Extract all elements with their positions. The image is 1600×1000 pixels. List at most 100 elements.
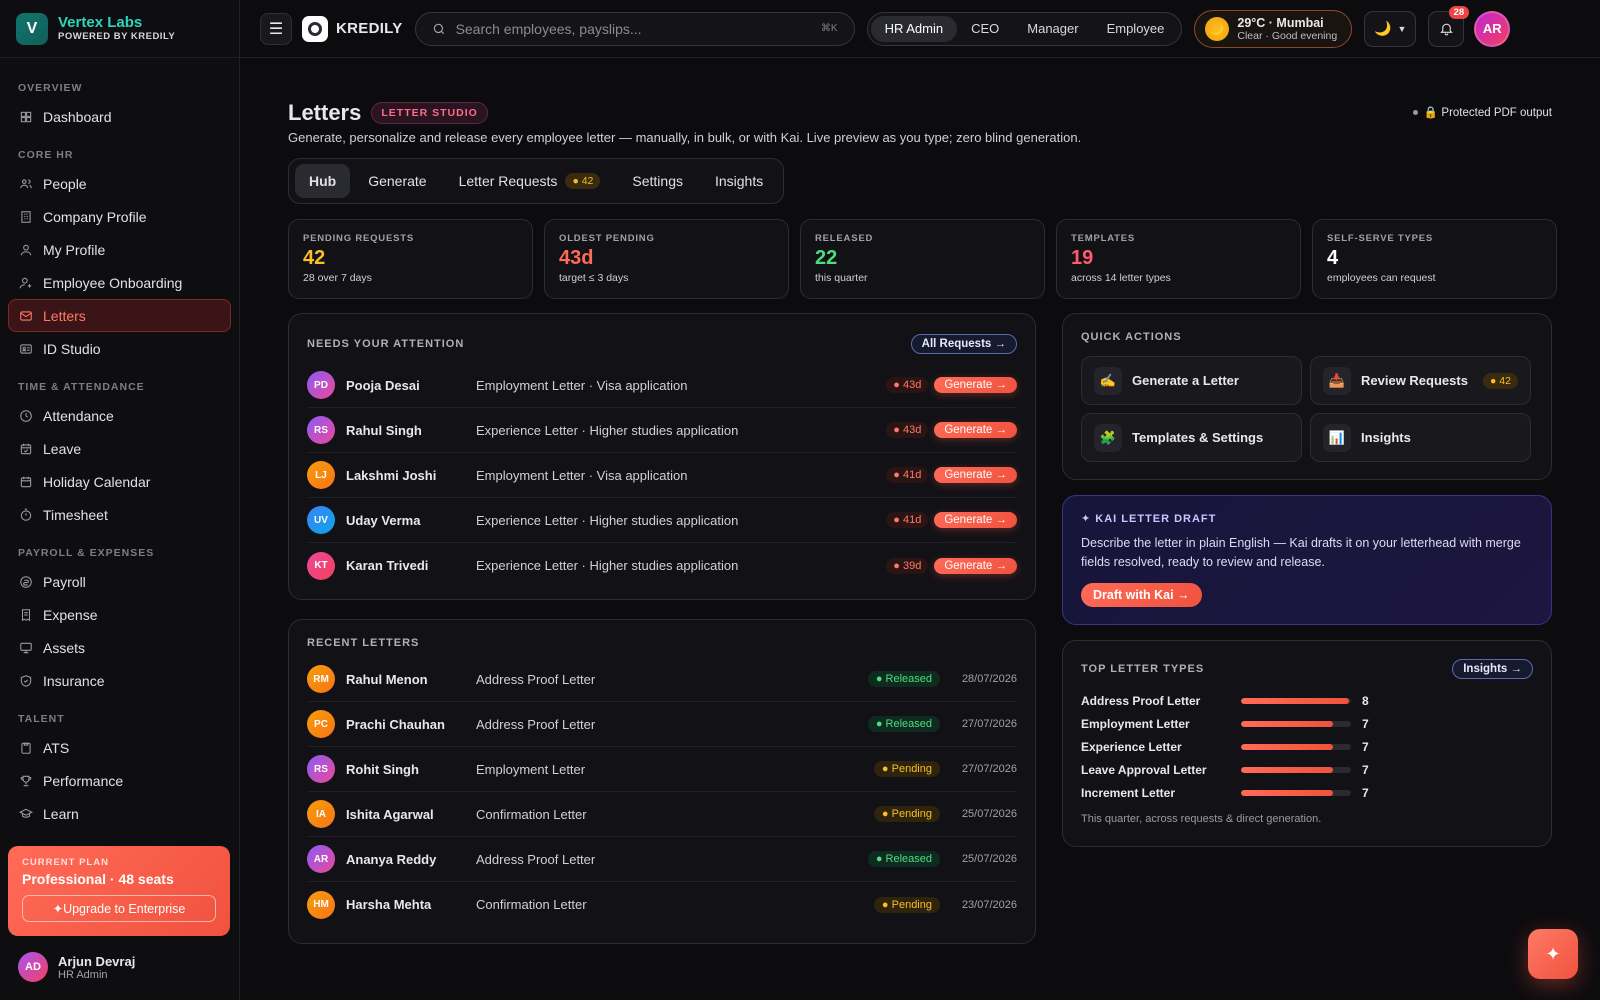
role-ceo[interactable]: CEO — [957, 16, 1013, 42]
letter-type-bar-fill — [1241, 766, 1333, 773]
letter-type: Employment Letter · Visa application — [476, 377, 688, 393]
sidebar-item-label: Timesheet — [43, 506, 108, 523]
tab-insights[interactable]: Insights — [701, 164, 777, 198]
kai-fab-button[interactable]: ✦ — [1528, 929, 1578, 979]
sidebar-item-leave[interactable]: Leave — [8, 432, 231, 465]
sidebar-item-employee-onboarding[interactable]: Employee Onboarding — [8, 266, 231, 299]
quick-action-templates-settings[interactable]: 🧩 Templates & Settings — [1081, 413, 1302, 462]
employee-name: Harsha Mehta — [346, 897, 432, 912]
role-manager[interactable]: Manager — [1013, 16, 1092, 42]
sidebar-item-letters[interactable]: Letters — [8, 299, 231, 332]
quick-actions-grid: ✍️ Generate a Letter 📥 Review Requests ● 42 🧩… — [1081, 356, 1533, 462]
letter-type-count: 7 — [1362, 762, 1369, 777]
tab-count-badge: ● 42 — [565, 173, 601, 189]
stat-card: OLDEST PENDING 43d target ≤ 3 days — [544, 219, 789, 299]
draft-with-kai-button[interactable]: Draft with Kai → — [1081, 583, 1202, 607]
quick-action-icon: ✍️ — [1094, 366, 1122, 395]
letters-tabs: Hub Generate Letter Requests ● 42 Settings In… — [288, 158, 785, 204]
sidebar-item-dashboard[interactable]: Dashboard — [8, 100, 231, 133]
user-profile[interactable]: AD Arjun Devraj HR Admin — [18, 952, 135, 982]
tab-generate[interactable]: Generate — [354, 164, 440, 198]
employee-name: Ishita Agarwal — [346, 806, 434, 822]
letter-type-name: Increment Letter — [1081, 785, 1176, 800]
insights-button[interactable]: Insights → — [1452, 659, 1533, 679]
letter-type-name: Experience Letter — [1081, 739, 1182, 754]
chevron-down-icon: ▼ — [1397, 23, 1407, 34]
stat-value: 4 — [1327, 247, 1339, 269]
attention-card: NEEDS YOUR ATTENTION All Requests → PD Po… — [288, 313, 1036, 600]
page-description: Generate, personalize and release every … — [288, 130, 1082, 145]
role-employee[interactable]: Employee — [1093, 16, 1179, 42]
tab-letter-requests[interactable]: Letter Requests ● 42 — [445, 164, 615, 198]
recent-letter-row[interactable]: RM Rahul Menon Address Proof Letter ● Relea… — [307, 657, 1017, 702]
tab-settings[interactable]: Settings — [618, 164, 697, 198]
recent-letter-row[interactable]: HM Harsha Mehta Confirmation Letter ● Pendi… — [307, 882, 1017, 927]
recent-letter-row[interactable]: AR Ananya Reddy Address Proof Letter ● Rele… — [307, 837, 1017, 882]
attention-row[interactable]: KT Karan Trivedi Experience Letter · Highe… — [307, 543, 1017, 588]
letter-type-row: Employment Letter 7 — [1081, 712, 1533, 735]
sidebar-item-performance[interactable]: Performance — [8, 764, 231, 797]
sidebar-item-label: People — [43, 175, 87, 192]
kredily-logo-icon — [302, 15, 328, 42]
avatar: PC — [307, 710, 335, 738]
theme-toggle[interactable]: 🌙 ▼ — [1364, 10, 1417, 47]
sidebar-item-my-profile[interactable]: My Profile — [8, 233, 231, 266]
search-placeholder: Search employees, payslips... — [455, 20, 642, 37]
quick-action-label: Review Requests — [1361, 373, 1468, 388]
attention-row[interactable]: RS Rahul Singh Experience Letter · Higher … — [307, 408, 1017, 453]
avatar: PD — [307, 371, 335, 399]
weather-widget[interactable]: 🌙 29°C · Mumbai Clear · Good evening — [1194, 9, 1353, 48]
upgrade-button[interactable]: ✦Upgrade to Enterprise — [22, 895, 216, 922]
quick-action-insights[interactable]: 📊 Insights — [1310, 413, 1531, 462]
notification-badge: 28 — [1448, 5, 1470, 19]
sidebar-item-assets[interactable]: Assets — [8, 631, 231, 664]
menu-icon[interactable]: ☰ — [260, 12, 292, 45]
tab-label: Insights — [714, 173, 764, 189]
recent-letter-row[interactable]: IA Ishita Agarwal Confirmation Letter ● Pen… — [307, 792, 1017, 837]
generate-button[interactable]: Generate → — [934, 512, 1017, 528]
employee-name: Lakshmi Joshi — [346, 467, 437, 483]
employee-name: Rohit Singh — [346, 761, 419, 777]
search-input[interactable]: Search employees, payslips... ⌘K — [414, 11, 855, 46]
sidebar-item-payroll[interactable]: Payroll — [8, 565, 231, 598]
avatar: HM — [307, 890, 335, 919]
user-plus-icon — [19, 277, 32, 288]
sidebar-item-holiday-calendar[interactable]: Holiday Calendar — [8, 465, 231, 498]
sidebar-item-attendance[interactable]: Attendance — [8, 399, 231, 432]
letter-type-name: Employment Letter — [1081, 716, 1190, 731]
attention-row[interactable]: UV Uday Verma Experience Letter · Higher s… — [307, 498, 1017, 543]
users-icon — [20, 178, 32, 188]
quick-action-generate-a-letter[interactable]: ✍️ Generate a Letter — [1081, 356, 1302, 405]
generate-button[interactable]: Generate → — [934, 422, 1017, 438]
recent-letter-row[interactable]: PC Prachi Chauhan Address Proof Letter ● Re… — [307, 702, 1017, 747]
sidebar-item-insurance[interactable]: Insurance — [8, 664, 231, 697]
top-letter-types-card: TOP LETTER TYPES Insights → Address Proo… — [1062, 640, 1552, 847]
stat-label: OLDEST PENDING — [559, 233, 655, 244]
notifications-button[interactable]: 28 — [1428, 5, 1470, 47]
sidebar-item-learn[interactable]: Learn — [8, 797, 231, 830]
sidebar-item-id-studio[interactable]: ID Studio — [8, 332, 231, 365]
user-avatar[interactable]: AR — [1474, 10, 1511, 47]
tab-hub[interactable]: Hub — [295, 164, 351, 198]
sidebar-item-people[interactable]: People — [8, 167, 231, 200]
graduation-icon — [19, 808, 33, 818]
sidebar-item-ats[interactable]: ATS — [8, 731, 231, 764]
attention-row[interactable]: PD Pooja Desai Employment Letter · Visa ap… — [307, 363, 1017, 408]
generate-button[interactable]: Generate → — [934, 557, 1017, 574]
sidebar-item-timesheet[interactable]: Timesheet — [8, 498, 231, 531]
all-requests-button[interactable]: All Requests → — [910, 334, 1017, 354]
role-hr-admin[interactable]: HR Admin — [870, 15, 958, 42]
generate-button[interactable]: Generate → — [934, 467, 1017, 483]
sidebar-item-expense[interactable]: Expense — [8, 598, 231, 631]
status-badge: ● Released — [867, 716, 940, 732]
recent-letter-row[interactable]: RS Rohit Singh Employment Letter ● Pending 2… — [307, 747, 1017, 792]
attention-row[interactable]: LJ Lakshmi Joshi Employment Letter · Visa … — [307, 453, 1017, 498]
sidebar-item-label: Dashboard — [43, 108, 112, 125]
brand[interactable]: V Vertex Labs POWERED BY KREDILY — [0, 0, 239, 58]
sidebar-item-company-profile[interactable]: Company Profile — [8, 200, 231, 233]
protected-output-indicator: 🔒 Protected PDF output — [1412, 105, 1552, 119]
avatar: IA — [307, 800, 335, 828]
stats-row: PENDING REQUESTS 42 28 over 7 days OLDEST P… — [288, 219, 1557, 299]
quick-action-review-requests[interactable]: 📥 Review Requests ● 42 — [1310, 356, 1531, 405]
generate-button[interactable]: Generate → — [934, 377, 1017, 393]
